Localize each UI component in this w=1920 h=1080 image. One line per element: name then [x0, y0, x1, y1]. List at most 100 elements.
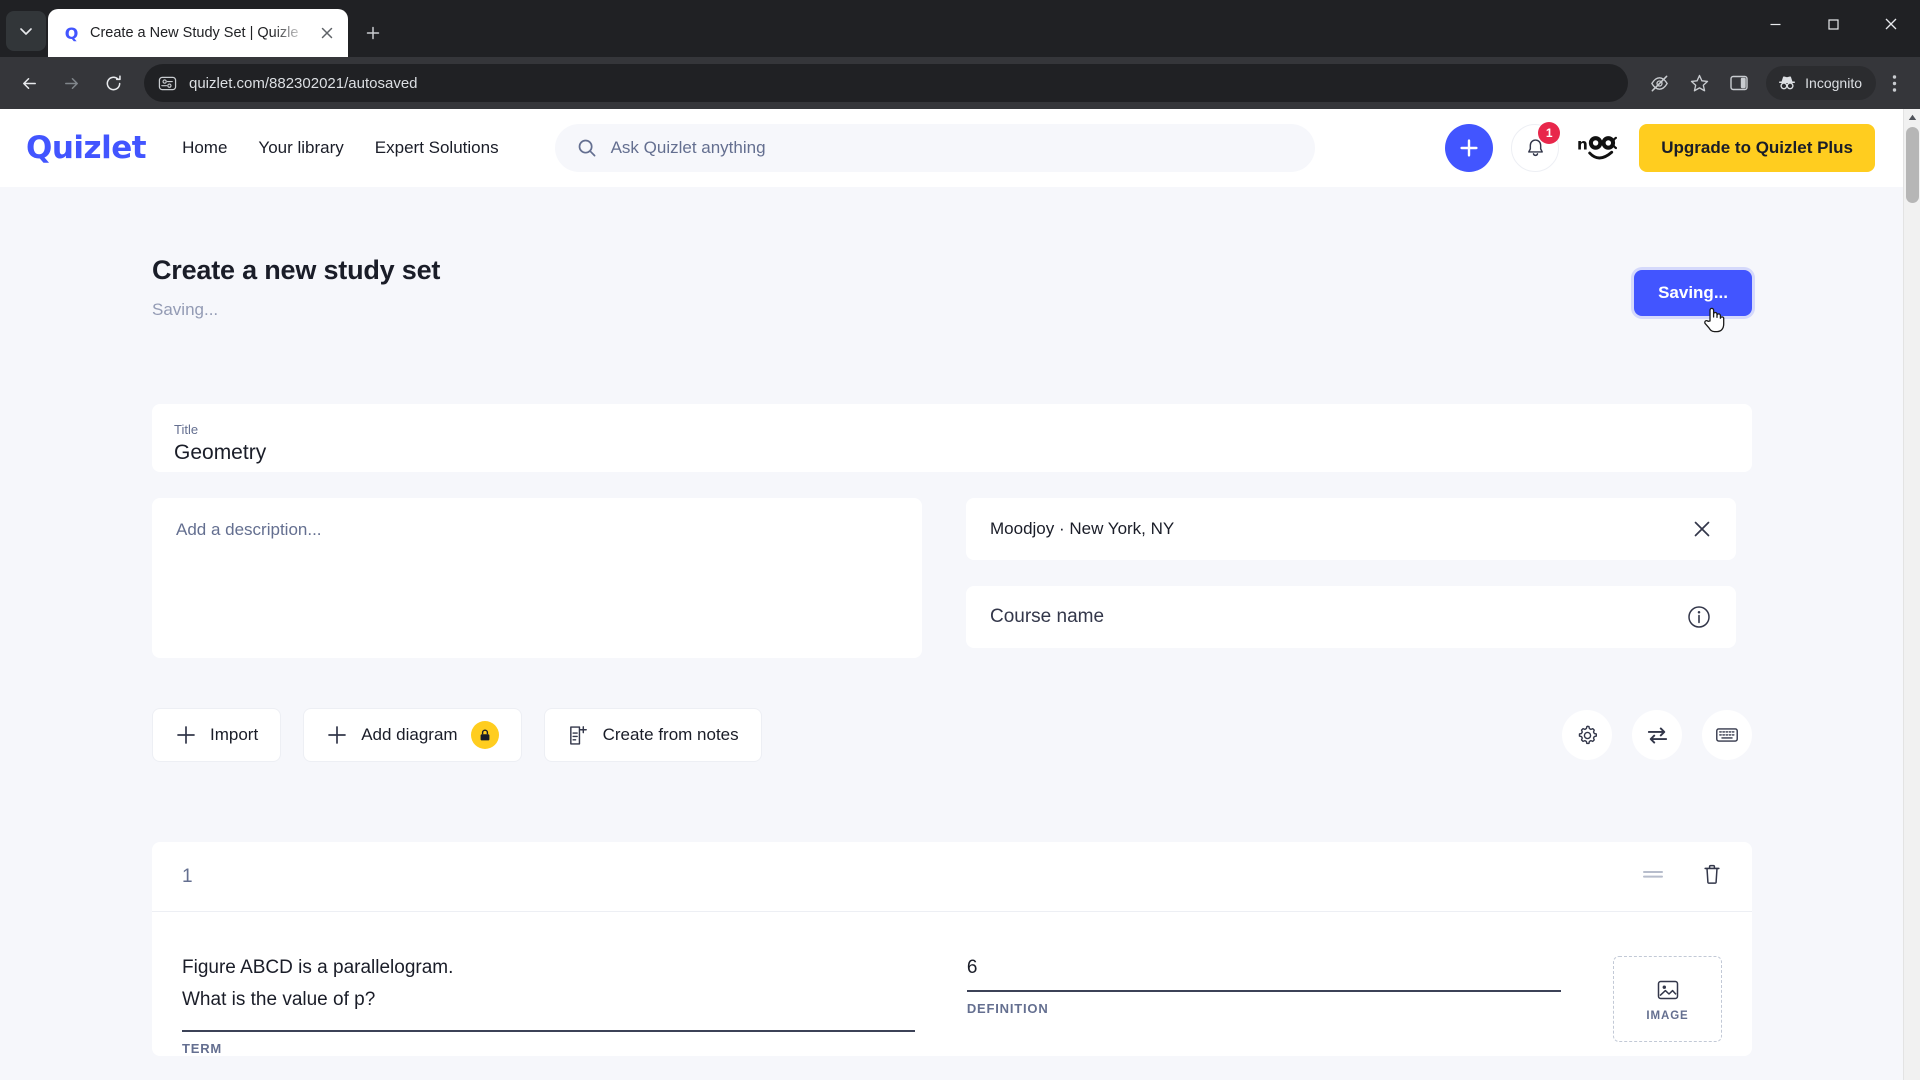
chevron-down-icon [20, 28, 32, 35]
lock-icon [480, 729, 489, 741]
plus-icon [1460, 139, 1478, 157]
course-info-button[interactable] [1686, 604, 1712, 630]
close-x-icon [1694, 521, 1710, 537]
course-name-field[interactable]: Course name [966, 586, 1736, 648]
settings-gear-icon [1578, 725, 1597, 744]
maximize-button[interactable] [1804, 0, 1862, 48]
description-placeholder: Add a description... [176, 520, 322, 539]
image-icon [1657, 980, 1678, 999]
browser-tab[interactable]: Q Create a New Study Set | Quizle [48, 9, 348, 57]
tab-title: Create a New Study Set | Quizle [90, 25, 299, 41]
nav-item-your-library[interactable]: Your library [258, 138, 343, 158]
new-tab-button[interactable] [356, 16, 390, 50]
caret-up-icon [1908, 114, 1917, 120]
save-button[interactable]: Saving... [1634, 270, 1752, 316]
plus-icon [366, 26, 380, 40]
tab-search-button[interactable] [6, 11, 46, 51]
search-placeholder: Ask Quizlet anything [610, 138, 766, 157]
back-button[interactable] [10, 64, 48, 102]
window-controls [1746, 0, 1920, 48]
plus-lock-badge [470, 721, 499, 749]
school-value: Moodjoy · New York, NY [990, 519, 1175, 538]
search-icon [578, 139, 596, 157]
close-window-button[interactable] [1862, 0, 1920, 48]
image-label: IMAGE [1646, 1009, 1689, 1022]
arrow-right-icon [64, 77, 78, 89]
svg-text:n: n [1577, 136, 1588, 154]
tab-close-icon[interactable] [316, 22, 338, 44]
plus-icon [328, 726, 347, 744]
term-input[interactable]: Figure ABCD is a parallelogram. What is … [182, 952, 915, 1016]
page-header: Create a new study set Saving... Saving.… [152, 187, 1752, 320]
title-field-label: Title [174, 422, 199, 437]
notes-icon [569, 725, 587, 745]
nav-item-home[interactable]: Home [182, 138, 227, 158]
content-inner: Create a new study set Saving... Saving.… [152, 187, 1752, 1056]
address-bar[interactable]: quizlet.com/882302021/autosaved [144, 64, 1629, 102]
upgrade-to-quizlet-plus-button[interactable]: Upgrade to Quizlet Plus [1639, 124, 1875, 172]
scrollbar-up-arrow[interactable] [1904, 109, 1920, 126]
minimize-icon [1770, 23, 1780, 25]
user-avatar[interactable]: n [1577, 126, 1622, 170]
title-field[interactable]: Title Geometry [152, 404, 1752, 472]
primary-nav: Home Your library Expert Solutions [182, 138, 499, 158]
drag-handle-icon [1643, 871, 1663, 878]
maximize-icon [1827, 18, 1839, 30]
create-button[interactable] [1445, 124, 1494, 172]
incognito-label: Incognito [1805, 75, 1862, 91]
quizlet-header: Quizlet Home Your library Expert Solutio… [0, 109, 1903, 187]
scrollbar-thumb[interactable] [1906, 127, 1919, 203]
keyboard-shortcuts-button[interactable] [1702, 710, 1752, 760]
swap-terms-button[interactable] [1632, 710, 1682, 760]
incognito-indicator[interactable]: Incognito [1766, 66, 1876, 100]
delete-card-button[interactable] [1702, 863, 1722, 890]
term-label: TERM [182, 1041, 223, 1056]
school-field[interactable]: Moodjoy · New York, NY [966, 498, 1736, 560]
bookmark-star-button[interactable] [1680, 64, 1718, 102]
card-header: 1 [152, 842, 1752, 912]
close-icon [1885, 18, 1897, 30]
create-from-notes-button[interactable]: Create from notes [543, 708, 762, 762]
page-title: Create a new study set [152, 255, 441, 285]
add-diagram-button[interactable]: Add diagram [303, 708, 522, 762]
header-actions: 1 n Upgrade to Quizlet Plus [1445, 122, 1875, 172]
minimize-button[interactable] [1746, 0, 1804, 48]
tracking-protection-icon[interactable] [1640, 64, 1678, 102]
card-header-actions [1642, 863, 1722, 890]
browser-window: Q Create a New Study Set | Quizle quizle… [0, 0, 1920, 1080]
page-viewport: Quizlet Home Your library Expert Solutio… [0, 109, 1920, 1080]
reload-button[interactable] [94, 64, 132, 102]
autosave-status: Saving... [152, 300, 219, 319]
search-input[interactable]: Ask Quizlet anything [554, 124, 1315, 172]
clear-school-button[interactable] [1692, 519, 1712, 539]
side-panel-icon [1730, 75, 1748, 91]
chrome-menu-button[interactable] [1878, 64, 1910, 102]
trash-icon [1704, 864, 1720, 884]
star-icon [1690, 74, 1708, 91]
arrow-left-icon [22, 77, 36, 89]
swap-arrows-icon [1647, 727, 1667, 743]
info-circle-icon [1688, 606, 1710, 628]
editor-tools [1562, 710, 1752, 760]
term-underline [182, 1030, 915, 1032]
forward-button[interactable] [52, 64, 90, 102]
quizlet-logo[interactable]: Quizlet [26, 130, 147, 166]
description-field[interactable]: Add a description... [152, 498, 922, 658]
definition-column: 6 DEFINITION [966, 952, 1562, 1056]
tab-strip: Q Create a New Study Set | Quizle [0, 0, 1920, 57]
settings-button[interactable] [1562, 710, 1612, 760]
nav-item-expert-solutions[interactable]: Expert Solutions [375, 138, 499, 158]
definition-input[interactable]: 6 [967, 952, 1561, 984]
term-column: Figure ABCD is a parallelogram. What is … [182, 952, 915, 1056]
mouse-cursor-pointer [1704, 307, 1725, 333]
course-name-placeholder: Course name [990, 606, 1105, 627]
notifications-button[interactable]: 1 [1511, 122, 1561, 172]
page-info-icon[interactable] [158, 74, 177, 93]
page-scrollbar[interactable] [1903, 109, 1920, 1080]
three-dots-icon [1892, 74, 1896, 92]
drag-handle[interactable] [1642, 867, 1664, 886]
import-button[interactable]: Import [152, 708, 282, 762]
add-image-button[interactable]: IMAGE [1613, 956, 1722, 1042]
side-panel-button[interactable] [1720, 64, 1758, 102]
keyboard-icon [1716, 728, 1738, 742]
